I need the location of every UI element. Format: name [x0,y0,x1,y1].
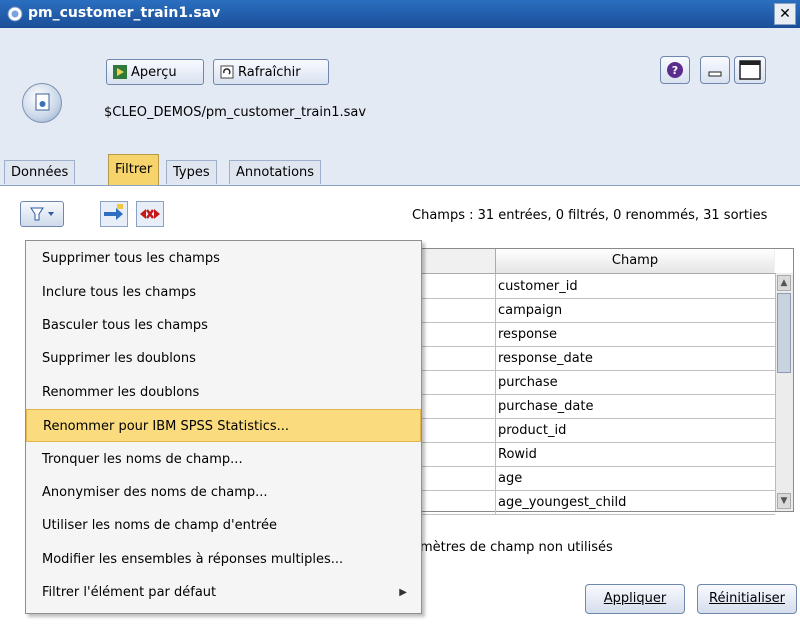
menu-item-label: Inclure tous les champs [42,285,197,300]
table-row[interactable]: response [421,322,775,347]
menu-item-include-all[interactable]: Inclure tous les champs [26,276,421,309]
field-summary: Champs : 31 entrées, 0 filtrés, 0 renomm… [412,208,768,223]
menu-item-label: Modifier les ensembles à réponses multip… [42,552,344,567]
column-header-field[interactable]: Champ [495,249,774,273]
maximize-icon [739,60,761,80]
menu-item-edit-multiple-response-sets[interactable]: Modifier les ensembles à réponses multip… [26,543,421,576]
table-row[interactable]: purchase_date [421,394,775,419]
window-title: pm_customer_train1.sav [28,5,221,21]
reset-button[interactable]: Réinitialiser [697,584,797,614]
minimize-button[interactable] [700,56,730,84]
maximize-button[interactable] [734,56,766,84]
field-name: age_youngest_child [495,490,773,514]
tab-data[interactable]: Données [4,160,76,184]
scroll-down-icon[interactable]: ▼ [777,493,791,509]
filter-dialog-window: pm_customer_train1.sav ✕ Aperçu Rafraîch… [0,0,800,624]
table-row[interactable]: response_date [421,346,775,371]
menu-item-label: Supprimer tous les champs [42,251,220,266]
filter-fields-toggle[interactable] [100,201,128,227]
table-header: Champ [421,249,775,274]
title-bar: pm_customer_train1.sav ✕ [0,0,800,28]
minimize-icon [708,71,722,77]
preview-icon [113,65,127,79]
menu-item-remove-duplicates[interactable]: Supprimer les doublons [26,342,421,375]
remove-fields-button[interactable] [136,201,164,227]
filter-arrow-icon [104,204,123,220]
field-name: age [495,466,773,490]
tab-bar: Données Filtrer Types Annotations [0,150,800,186]
menu-item-anonymize-names[interactable]: Anonymiser des noms de champ... [26,476,421,509]
menu-item-default-filter-state[interactable]: Filtrer l'élément par défaut ▶ [26,576,421,609]
filter-options-menu: Supprimer tous les champs Inclure tous l… [25,240,422,614]
menu-item-rename-duplicates[interactable]: Renommer les doublons [26,376,421,409]
menu-item-label: Tronquer les noms de champ... [42,452,243,467]
preview-label: Aperçu [131,65,177,80]
menu-item-toggle-all[interactable]: Basculer tous les champs [26,309,421,342]
help-icon: ? [667,62,683,78]
close-button[interactable]: ✕ [774,3,796,25]
refresh-icon [220,65,234,79]
menu-item-label: Filtrer l'élément par défaut [42,585,217,600]
tab-filter[interactable]: Filtrer [108,154,160,185]
table-row[interactable]: campaign [421,298,775,323]
scroll-up-icon[interactable]: ▲ [777,275,791,291]
menu-item-label: Utiliser les noms de champ d'entrée [42,518,277,533]
tab-annotations[interactable]: Annotations [229,160,322,184]
remove-field-icon [140,209,160,219]
source-node-icon [22,83,62,123]
table-row[interactable]: customer_id [421,274,775,299]
menu-item-truncate-names[interactable]: Tronquer les noms de champ... [26,443,421,476]
tab-types[interactable]: Types [166,160,217,184]
menu-item-rename-for-spss[interactable]: Renommer pour IBM SPSS Statistics... [26,409,421,442]
table-row[interactable]: age [421,466,775,491]
refresh-label: Rafraîchir [238,65,301,80]
scroll-thumb[interactable] [777,293,791,373]
menu-item-remove-all[interactable]: Supprimer tous les champs [26,242,421,275]
help-button[interactable]: ? [660,56,690,84]
menu-item-use-input-names[interactable]: Utiliser les noms de champ d'entrée [26,509,421,542]
apply-button[interactable]: Appliquer [585,584,685,614]
fields-table: Champ customer_id campaign response resp… [420,248,794,515]
spss-window-icon [7,6,23,22]
refresh-button[interactable]: Rafraîchir [213,59,329,85]
menu-item-label: Renommer pour IBM SPSS Statistics... [43,419,290,434]
filter-icon [30,207,54,221]
svg-text:?: ? [672,64,678,77]
table-row[interactable]: Rowid [421,442,775,467]
field-name: customer_id [495,274,773,298]
field-name: response [495,322,773,346]
submenu-arrow-icon: ▶ [399,587,407,598]
table-row[interactable]: age_youngest_child [421,490,775,515]
field-name: response_date [495,346,773,370]
field-name: product_id [495,418,773,442]
file-path: $CLEO_DEMOS/pm_customer_train1.sav [104,105,367,120]
unused-fields-text: mètres de champ non utilisés [420,540,613,555]
preview-button[interactable]: Aperçu [106,59,204,85]
menu-item-label: Supprimer les doublons [42,351,196,366]
menu-item-label: Basculer tous les champs [42,318,208,333]
menu-item-label: Renommer les doublons [42,385,200,400]
table-scrollbar[interactable]: ▲ ▼ [775,273,793,511]
menu-item-label: Anonymiser des noms de champ... [42,485,268,500]
field-name: Rowid [495,442,773,466]
field-name: campaign [495,298,773,322]
field-name: purchase [495,370,773,394]
table-row[interactable]: purchase [421,370,775,395]
table-row[interactable]: product_id [421,418,775,443]
field-name: purchase_date [495,394,773,418]
filter-menu-button[interactable] [20,201,64,227]
